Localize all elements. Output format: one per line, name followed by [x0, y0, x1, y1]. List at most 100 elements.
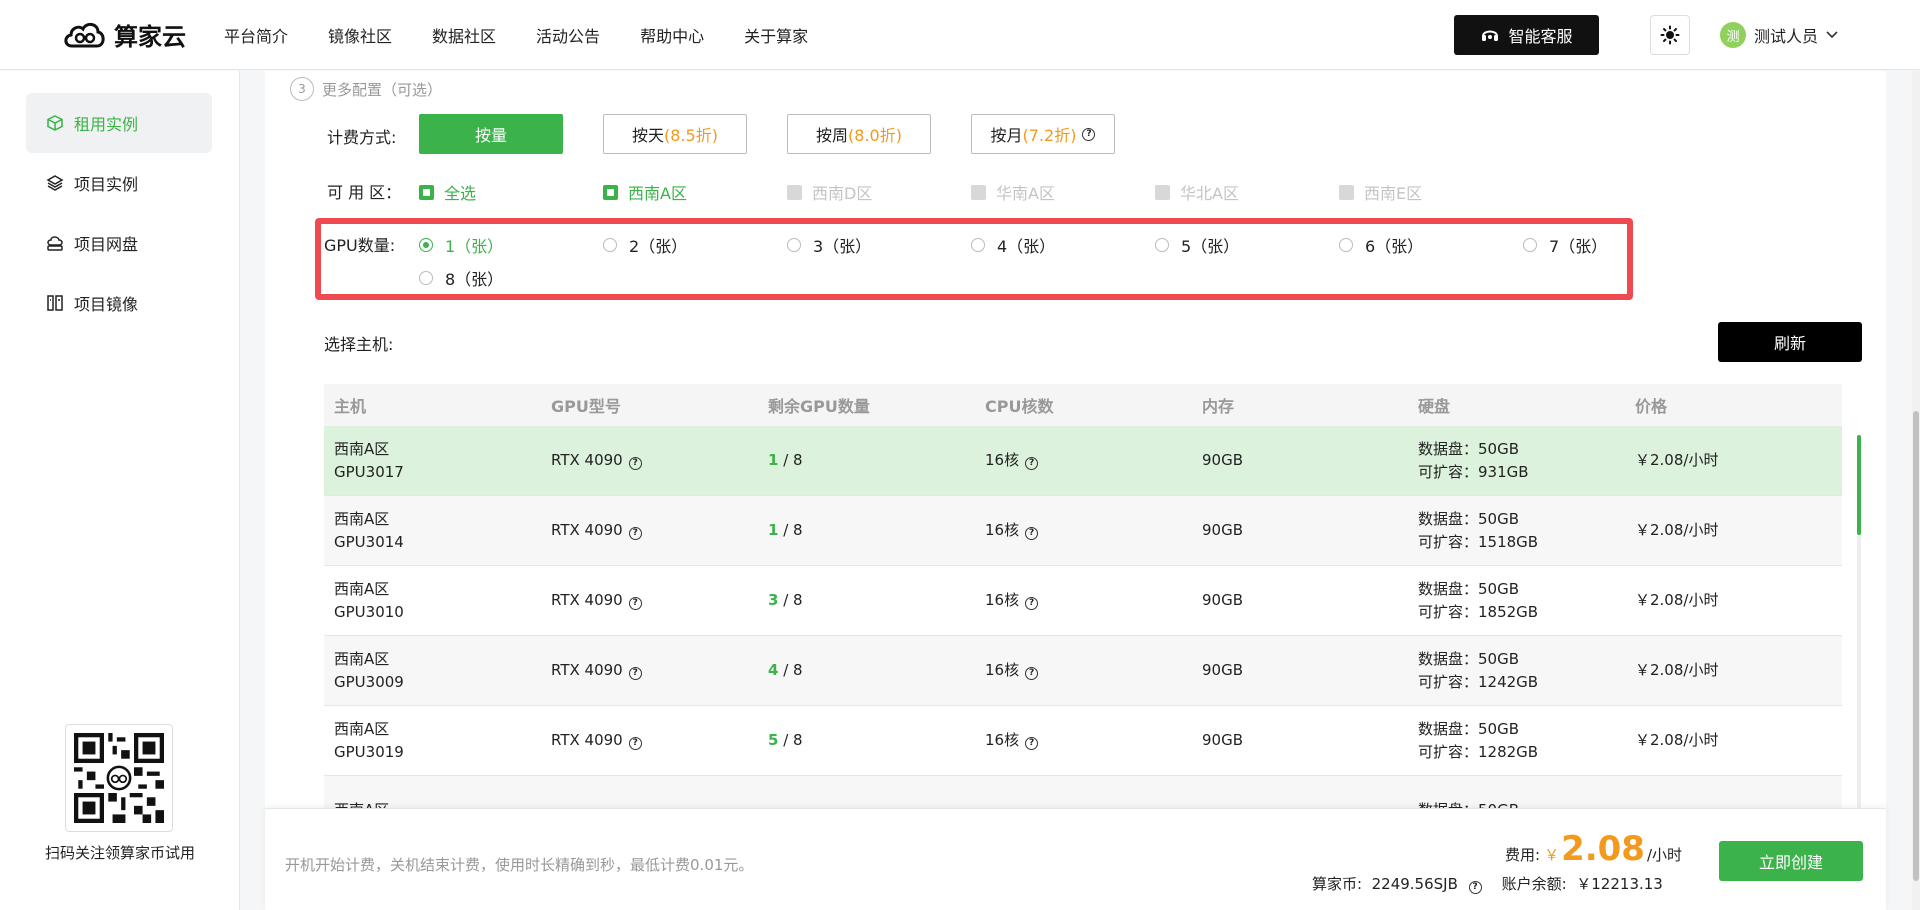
refresh-button[interactable]: 刷新 — [1718, 322, 1862, 362]
zone-north-a-checkbox[interactable]: 华北A区 — [1155, 180, 1239, 204]
help-icon[interactable]: ? — [1025, 737, 1039, 750]
expandable-disk: 可扩容：931GB — [1418, 462, 1529, 481]
radio-dot — [787, 238, 801, 252]
radio-dot — [419, 271, 433, 285]
column-header-cpu: CPU核数 — [985, 397, 1054, 416]
cpu-cell: 16核? — [975, 589, 1192, 612]
zone-southwest-e-checkbox[interactable]: 西南E区 — [1339, 180, 1422, 204]
sun-icon — [1660, 25, 1680, 45]
table-row[interactable]: 西南A区 GPU3019 RTX 4090? 5 / 8 16核? 90GB 数据… — [324, 706, 1842, 776]
main-nav: 平台简介 镜像社区 数据社区 活动公告 帮助中心 关于算家 — [224, 0, 808, 70]
sidebar-item-project-disk[interactable]: 项目网盘 — [26, 213, 212, 273]
help-icon[interactable]: ? — [628, 667, 642, 680]
checkbox-box — [1339, 184, 1354, 200]
nav-about[interactable]: 关于算家 — [744, 23, 808, 47]
zone-southwest-a-checkbox[interactable]: 西南A区 — [603, 180, 687, 204]
gpu-count-radio-4[interactable]: 4（张） — [971, 233, 1055, 257]
checkbox-box — [787, 184, 802, 200]
help-icon[interactable]: ? — [628, 737, 642, 750]
column-header-gpu-model: GPU型号 — [551, 397, 621, 416]
theme-toggle-button[interactable] — [1650, 15, 1690, 55]
gpu-count-radio-5[interactable]: 5（张） — [1155, 233, 1239, 257]
sidebar-item-rent-instance[interactable]: 租用实例 — [26, 93, 212, 153]
checkbox-box — [971, 184, 986, 200]
gpu-count-radio-1[interactable]: 1（张） — [419, 233, 503, 257]
free-gpu-cell: 1 / 8 — [758, 449, 975, 472]
total-gpu-count: / 8 — [783, 521, 803, 539]
zone-option-label: 全选 — [444, 184, 477, 203]
billing-daily-button[interactable]: 按天 (8.5折) — [603, 114, 747, 154]
radio-dot — [1155, 238, 1169, 252]
table-row[interactable]: 西南A区 GPU3014 RTX 4090? 1 / 8 16核? 90GB 数据… — [324, 496, 1842, 566]
gpu-count-radio-8[interactable]: 8（张） — [419, 266, 503, 290]
qr-code-image — [74, 733, 164, 823]
data-disk: 数据盘：50GB — [1418, 509, 1520, 528]
help-icon[interactable]: ? — [628, 597, 642, 610]
nav-help[interactable]: 帮助中心 — [640, 23, 704, 47]
gpu-count-option-label: 5（张） — [1181, 237, 1240, 256]
price-cell: ￥2.08/小时 — [1635, 591, 1719, 609]
nav-platform[interactable]: 平台简介 — [224, 23, 288, 47]
total-gpu-count: / 8 — [783, 661, 803, 679]
nav-data-community[interactable]: 数据社区 — [432, 23, 496, 47]
billing-option-label: 按月 — [990, 126, 1023, 145]
page-scrollbar-thumb[interactable] — [1913, 411, 1919, 881]
table-scrollbar[interactable] — [1857, 435, 1861, 808]
page-scrollbar[interactable] — [1912, 71, 1920, 910]
expandable-disk: 可扩容：1242GB — [1418, 672, 1539, 691]
radio-dot — [419, 238, 433, 252]
nav-image-community[interactable]: 镜像社区 — [328, 23, 392, 47]
zone-southwest-d-checkbox[interactable]: 西南D区 — [787, 180, 872, 204]
help-icon[interactable]: ? — [1025, 457, 1039, 470]
memory-cell: 90GB — [1202, 521, 1244, 539]
billing-option-label: 按天 — [632, 126, 665, 145]
help-icon[interactable]: ? — [1468, 881, 1482, 894]
billing-hourly-button[interactable]: 按量 — [419, 114, 563, 154]
fee-display: 费用: ￥ 2.08 /小时 — [1505, 829, 1682, 869]
table-row[interactable]: 西南A区 GPU3009 RTX 4090? 4 / 8 16核? 90GB 数据… — [324, 636, 1842, 706]
nav-announcements[interactable]: 活动公告 — [536, 23, 600, 47]
price-cell: ￥2.08/小时 — [1635, 731, 1719, 749]
host-zone: 西南A区 — [334, 439, 390, 458]
zone-south-a-checkbox[interactable]: 华南A区 — [971, 180, 1055, 204]
top-header: 算家云 平台简介 镜像社区 数据社区 活动公告 帮助中心 关于算家 智能客服 测… — [0, 0, 1920, 70]
price-cell: ￥2.08/小时 — [1635, 661, 1719, 679]
gpu-model: RTX 4090 — [551, 731, 623, 749]
help-icon[interactable]: ? — [1025, 597, 1039, 610]
sidebar-item-label: 项目镜像 — [74, 295, 139, 314]
table-row[interactable]: 西南A区 数据盘：50GB — [324, 776, 1842, 810]
help-icon[interactable]: ? — [1082, 127, 1096, 141]
sidebar-item-project-instance[interactable]: 项目实例 — [26, 153, 212, 213]
gpu-count-radio-6[interactable]: 6（张） — [1339, 233, 1423, 257]
balance-label: 账户余额: — [1501, 875, 1567, 893]
table-row[interactable]: 西南A区 GPU3017 RTX 4090? 1 / 8 16核? 90GB 数据… — [324, 426, 1842, 496]
billing-monthly-button[interactable]: 按月 (7.2折) ? — [971, 114, 1115, 154]
disk-cell: 数据盘：50GB 可扩容：1282GB — [1408, 718, 1625, 764]
host-cell: 西南A区 GPU3019 — [324, 718, 541, 764]
logo[interactable]: 算家云 — [62, 14, 186, 54]
host-zone: 西南A区 — [334, 649, 390, 668]
host-zone: 西南A区 — [334, 509, 390, 528]
ai-support-button[interactable]: 智能客服 — [1454, 15, 1599, 55]
table-scrollbar-thumb[interactable] — [1857, 435, 1861, 535]
gpu-count-highlight — [315, 218, 1633, 300]
cpu-cores: 16核 — [985, 451, 1020, 469]
billing-label: 计费方式: — [327, 128, 397, 147]
help-icon[interactable]: ? — [1025, 667, 1039, 680]
help-icon[interactable]: ? — [628, 457, 642, 470]
user-menu[interactable]: 测 测试人员 — [1720, 20, 1838, 50]
zone-select-all-checkbox[interactable]: 全选 — [419, 180, 476, 204]
cpu-cell: 16核? — [975, 449, 1192, 472]
help-icon[interactable]: ? — [628, 527, 642, 540]
gpu-count-radio-3[interactable]: 3（张） — [787, 233, 871, 257]
gpu-count-radio-7[interactable]: 7（张） — [1523, 233, 1607, 257]
host-select-label: 选择主机: — [324, 335, 394, 354]
gpu-count-radio-2[interactable]: 2（张） — [603, 233, 687, 257]
table-row[interactable]: 西南A区 GPU3010 RTX 4090? 3 / 8 16核? 90GB 数据… — [324, 566, 1842, 636]
sidebar-item-project-image[interactable]: 项目镜像 — [26, 273, 212, 333]
expandable-disk: 可扩容：1518GB — [1418, 532, 1539, 551]
cube-icon — [47, 115, 63, 131]
billing-weekly-button[interactable]: 按周 (8.0折) — [787, 114, 931, 154]
help-icon[interactable]: ? — [1025, 527, 1039, 540]
create-now-button[interactable]: 立即创建 — [1719, 841, 1863, 881]
